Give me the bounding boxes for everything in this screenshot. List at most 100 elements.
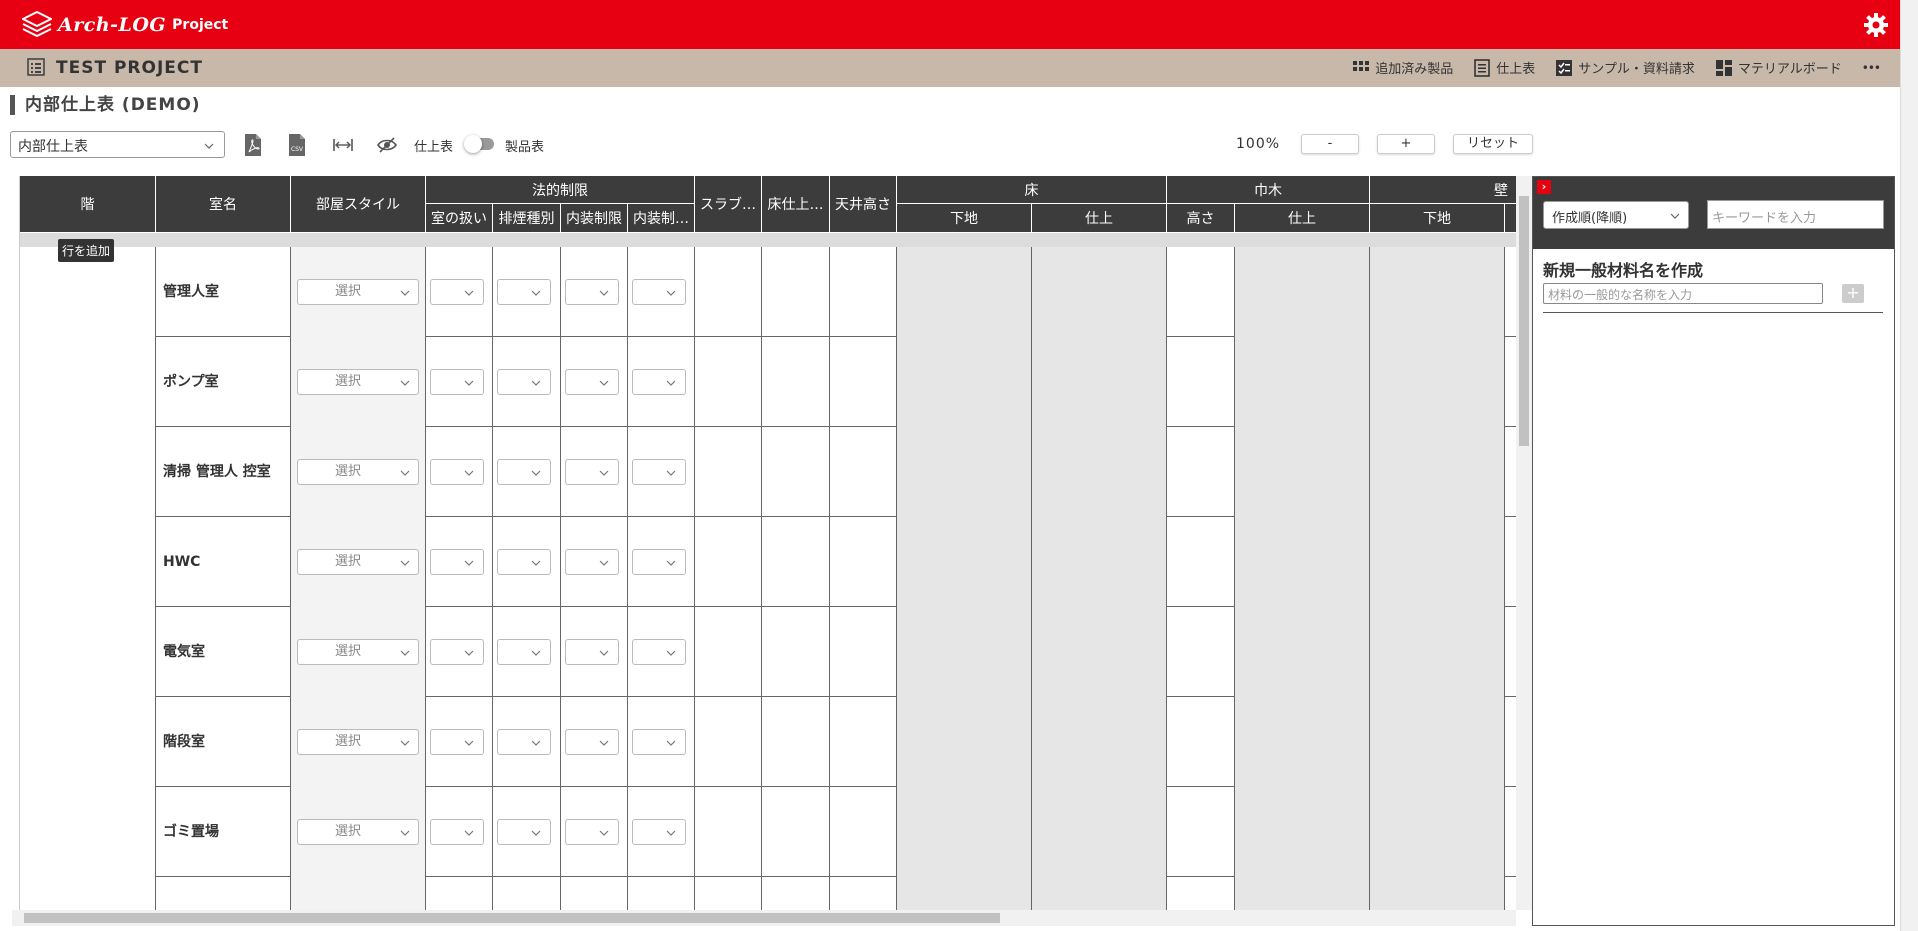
table-cell[interactable] xyxy=(762,337,830,427)
table-cell[interactable] xyxy=(493,517,561,607)
table-cell[interactable] xyxy=(1505,877,1516,910)
table-cell[interactable] xyxy=(762,517,830,607)
scroll-thumb[interactable] xyxy=(1519,196,1529,446)
legal-select[interactable] xyxy=(565,639,619,665)
menu-material-board[interactable]: マテリアルボード xyxy=(1715,58,1842,77)
table-cell[interactable] xyxy=(1032,607,1167,697)
table-cell[interactable] xyxy=(156,877,291,910)
table-cell[interactable] xyxy=(1370,247,1505,337)
table-cell[interactable] xyxy=(1370,427,1505,517)
legal-select[interactable] xyxy=(430,279,484,305)
table-cell[interactable] xyxy=(695,427,762,517)
table-cell[interactable] xyxy=(1235,697,1370,787)
table-cell[interactable] xyxy=(628,337,695,427)
zoom-out-button[interactable]: - xyxy=(1301,134,1359,154)
table-cell[interactable] xyxy=(561,877,628,910)
app-logo[interactable]: Arch-LOG Project xyxy=(22,11,228,39)
table-cell[interactable] xyxy=(897,247,1032,337)
table-cell[interactable] xyxy=(561,697,628,787)
table-cell[interactable]: 管理人室 xyxy=(156,247,291,337)
table-cell[interactable] xyxy=(493,427,561,517)
table-cell[interactable]: 選択 xyxy=(291,247,426,337)
table-cell[interactable] xyxy=(897,607,1032,697)
table-cell[interactable] xyxy=(1370,787,1505,877)
table-cell[interactable] xyxy=(1235,877,1370,910)
table-cell[interactable] xyxy=(1235,787,1370,877)
table-cell[interactable] xyxy=(830,697,897,787)
table-cell[interactable] xyxy=(695,517,762,607)
table-cell[interactable]: 階段室 xyxy=(156,697,291,787)
table-cell[interactable] xyxy=(1505,427,1516,517)
table-cell[interactable] xyxy=(493,247,561,337)
table-cell[interactable] xyxy=(1505,247,1516,337)
table-cell[interactable] xyxy=(695,877,762,910)
legal-select[interactable] xyxy=(565,819,619,845)
table-cell[interactable] xyxy=(426,607,493,697)
legal-select[interactable] xyxy=(565,369,619,395)
table-cell[interactable] xyxy=(426,787,493,877)
legal-select[interactable] xyxy=(497,279,551,305)
table-cell[interactable] xyxy=(426,427,493,517)
table-cell[interactable] xyxy=(830,337,897,427)
new-material-input[interactable]: 材料の一般的な名称を入力 xyxy=(1543,283,1823,304)
table-cell[interactable] xyxy=(830,517,897,607)
table-cell[interactable] xyxy=(426,247,493,337)
table-cell[interactable]: 選択 xyxy=(291,697,426,787)
legal-select[interactable] xyxy=(430,639,484,665)
table-cell[interactable] xyxy=(1235,337,1370,427)
legal-select[interactable] xyxy=(497,819,551,845)
table-cell[interactable] xyxy=(762,607,830,697)
legal-select[interactable] xyxy=(565,549,619,575)
table-cell[interactable] xyxy=(561,337,628,427)
legal-select[interactable] xyxy=(430,729,484,755)
table-cell[interactable]: 選択 xyxy=(291,607,426,697)
fit-width-icon[interactable] xyxy=(332,133,354,157)
legal-select[interactable] xyxy=(497,549,551,575)
table-cell[interactable] xyxy=(897,787,1032,877)
table-cell[interactable] xyxy=(426,517,493,607)
table-cell[interactable] xyxy=(1032,787,1167,877)
table-cell[interactable] xyxy=(830,427,897,517)
csv-icon[interactable]: CSV xyxy=(286,133,308,157)
add-row-button[interactable]: 行を追加 xyxy=(58,239,115,262)
table-cell[interactable] xyxy=(628,607,695,697)
panel-collapse-button[interactable]: › xyxy=(1537,180,1551,194)
table-cell[interactable]: 清掃 管理人 控室 xyxy=(156,427,291,517)
table-cell[interactable] xyxy=(1235,517,1370,607)
table-cell[interactable] xyxy=(1235,607,1370,697)
legal-select[interactable] xyxy=(565,459,619,485)
gear-icon[interactable] xyxy=(1864,13,1888,37)
legal-select[interactable] xyxy=(430,369,484,395)
table-cell[interactable] xyxy=(628,517,695,607)
table-cell[interactable] xyxy=(1032,877,1167,910)
legal-select[interactable] xyxy=(497,459,551,485)
table-cell[interactable] xyxy=(1167,787,1235,877)
zoom-in-button[interactable]: + xyxy=(1377,134,1435,154)
table-cell[interactable]: 選択 xyxy=(291,337,426,427)
table-cell[interactable] xyxy=(762,787,830,877)
table-cell[interactable] xyxy=(762,247,830,337)
table-cell[interactable] xyxy=(1505,697,1516,787)
table-cell[interactable] xyxy=(695,787,762,877)
keyword-search-input[interactable]: キーワードを入力 xyxy=(1707,200,1884,229)
table-cell[interactable] xyxy=(628,697,695,787)
legal-select[interactable] xyxy=(430,459,484,485)
table-cell[interactable] xyxy=(493,697,561,787)
table-cell[interactable] xyxy=(830,787,897,877)
table-cell[interactable] xyxy=(897,877,1032,910)
table-cell[interactable]: 選択 xyxy=(291,427,426,517)
table-cell[interactable] xyxy=(762,697,830,787)
table-cell[interactable] xyxy=(695,697,762,787)
table-cell[interactable] xyxy=(1167,517,1235,607)
table-cell[interactable] xyxy=(628,247,695,337)
vertical-scrollbar[interactable] xyxy=(1516,176,1532,910)
room-style-select[interactable]: 選択 xyxy=(297,459,419,485)
table-cell[interactable] xyxy=(1370,517,1505,607)
legal-select[interactable] xyxy=(565,279,619,305)
table-cell[interactable] xyxy=(561,787,628,877)
room-style-select[interactable]: 選択 xyxy=(297,819,419,845)
menu-finish-schedule[interactable]: 仕上表 xyxy=(1473,58,1535,77)
table-cell[interactable] xyxy=(695,247,762,337)
sheet-select[interactable]: 内部仕上表 xyxy=(10,131,225,158)
table-cell[interactable] xyxy=(493,877,561,910)
